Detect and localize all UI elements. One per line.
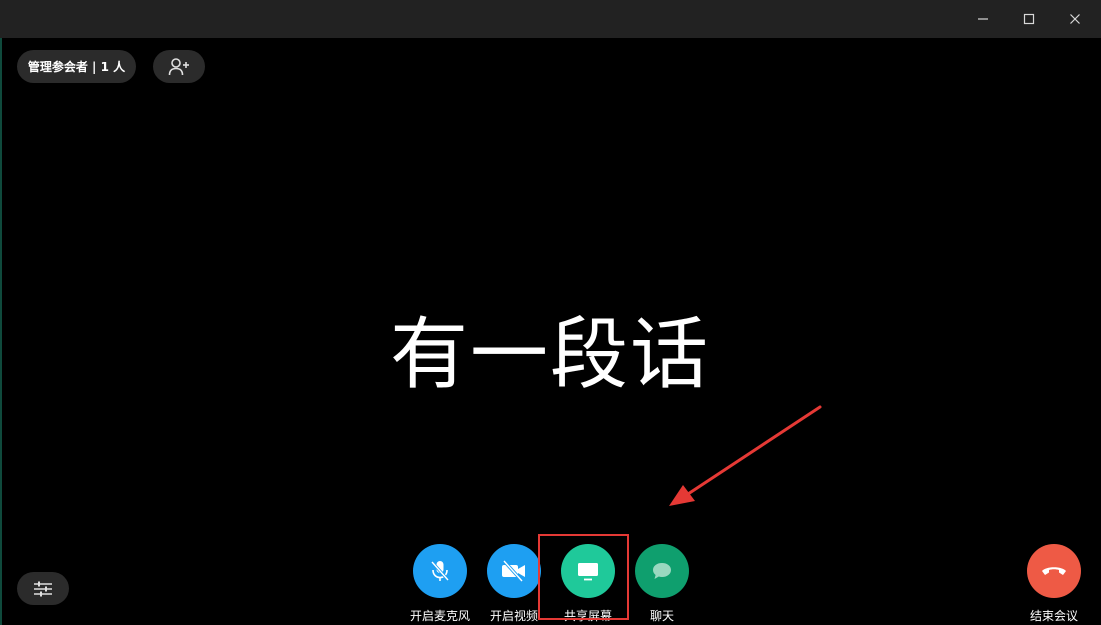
monitor-icon (578, 563, 598, 581)
window-edge (0, 38, 2, 625)
maximize-icon (1023, 13, 1035, 25)
chat-icon (653, 563, 671, 579)
maximize-button[interactable] (1006, 0, 1052, 38)
title-bar (0, 0, 1101, 38)
meeting-window: 管理参会者 | 1 人 有一段话 开启麦克风 开启视频 共享屏幕 聊天 结束会议 (0, 0, 1101, 625)
minimize-button[interactable] (960, 0, 1006, 38)
invite-button[interactable] (153, 50, 205, 83)
minimize-icon (978, 18, 988, 20)
phone-hangup-icon (1042, 567, 1066, 575)
end-circle[interactable] (1027, 544, 1081, 598)
mic-label: 开启麦克风 (409, 609, 470, 623)
close-icon (1070, 14, 1080, 24)
add-user-icon (168, 57, 189, 75)
share-screen-button[interactable]: 共享屏幕 (548, 544, 628, 624)
mic-button[interactable]: 开启麦克风 (400, 544, 480, 624)
close-button[interactable] (1052, 0, 1098, 38)
microphone-off-icon (430, 561, 450, 581)
end-label: 结束会议 (1029, 609, 1078, 623)
video-off-icon (502, 560, 525, 582)
mic-circle[interactable] (413, 544, 467, 598)
settings-button[interactable] (17, 572, 69, 605)
sliders-icon (34, 581, 52, 596)
shared-text: 有一段话 (389, 310, 710, 400)
video-button[interactable]: 开启视频 (474, 544, 554, 624)
end-meeting-button[interactable]: 结束会议 (1014, 544, 1094, 624)
chat-label: 聊天 (649, 609, 674, 623)
share-circle[interactable] (561, 544, 615, 598)
video-circle[interactable] (487, 544, 541, 598)
chat-button[interactable]: 聊天 (622, 544, 702, 624)
share-label: 共享屏幕 (563, 609, 612, 623)
participants-label: 管理参会者 | 1 人 (27, 60, 126, 74)
manage-participants-button[interactable]: 管理参会者 | 1 人 (17, 50, 136, 83)
video-label: 开启视频 (489, 609, 538, 623)
chat-circle[interactable] (635, 544, 689, 598)
